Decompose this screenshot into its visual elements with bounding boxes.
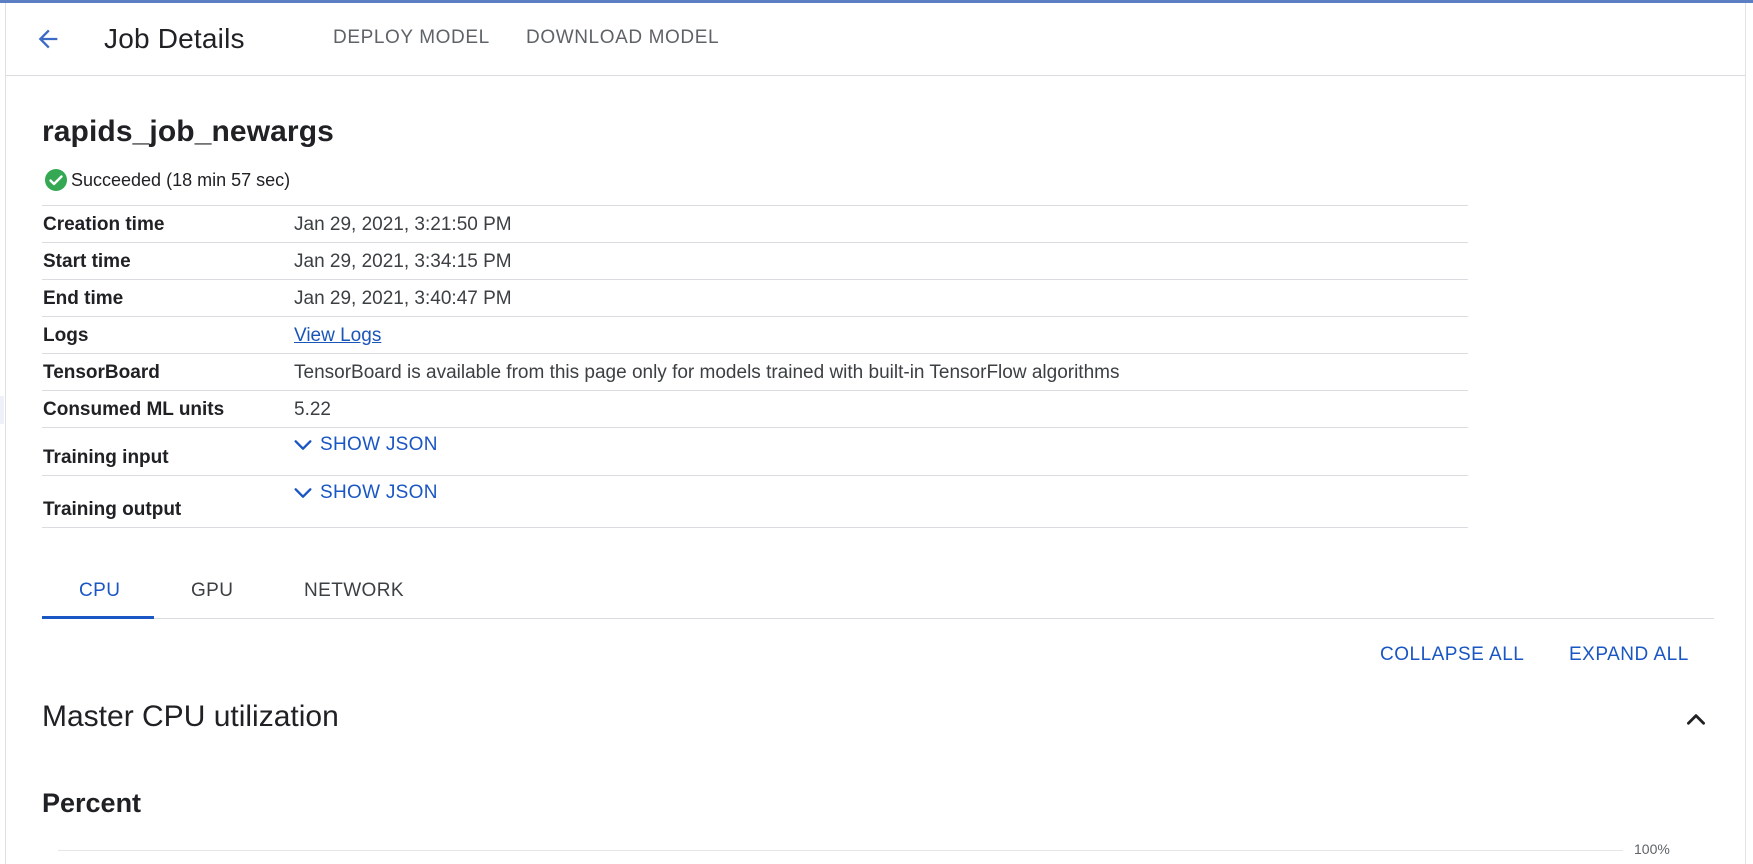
detail-row-training-input: Training input SHOW JSON (42, 428, 1468, 476)
detail-label: Start time (43, 251, 131, 272)
show-json-button-training-output[interactable]: SHOW JSON (292, 482, 438, 504)
detail-value: Jan 29, 2021, 3:40:47 PM (294, 288, 512, 309)
status-text: Succeeded (18 min 57 sec) (71, 169, 291, 190)
detail-row-end-time: End time Jan 29, 2021, 3:40:47 PM (42, 280, 1468, 317)
detail-row-logs: Logs View Logs (42, 317, 1468, 354)
detail-label: Logs (43, 325, 89, 346)
detail-row-tensorboard: TensorBoard TensorBoard is available fro… (42, 354, 1468, 391)
detail-label: Consumed ML units (43, 399, 225, 420)
detail-label: End time (43, 288, 124, 309)
deploy-model-button[interactable]: DEPLOY MODEL (333, 27, 490, 49)
detail-label: Training output (43, 499, 182, 520)
left-panel-highlight (0, 396, 4, 424)
detail-label: TensorBoard (43, 362, 160, 383)
job-status: Succeeded (18 min 57 sec) (44, 168, 290, 192)
download-model-button[interactable]: DOWNLOAD MODEL (526, 27, 719, 49)
show-json-button-training-input[interactable]: SHOW JSON (292, 434, 438, 456)
detail-label: Training input (43, 447, 169, 468)
job-details-table: Creation time Jan 29, 2021, 3:21:50 PM S… (42, 205, 1468, 528)
tab-cpu[interactable]: CPU (79, 580, 120, 602)
check-circle-icon (45, 169, 67, 191)
view-logs-link[interactable]: View Logs (294, 325, 381, 347)
page-title: Job Details (104, 23, 245, 54)
chart-subtitle: Percent (42, 788, 142, 818)
active-tab-indicator (42, 616, 154, 619)
chevron-down-icon (294, 440, 312, 450)
arrow-back-icon (38, 29, 58, 49)
expand-all-button[interactable]: EXPAND ALL (1569, 644, 1689, 666)
y-axis-max-label: 100% (1634, 841, 1670, 857)
show-json-label: SHOW JSON (320, 434, 438, 455)
detail-row-training-output: Training output SHOW JSON (42, 476, 1468, 528)
detail-row-consumed-ml-units: Consumed ML units 5.22 (42, 391, 1468, 428)
metrics-tabs: CPU GPU NETWORK (42, 562, 1714, 619)
tab-network[interactable]: NETWORK (304, 580, 404, 602)
left-panel-edge (0, 3, 6, 864)
collapse-all-button[interactable]: COLLAPSE ALL (1380, 644, 1524, 666)
collapse-section-button[interactable] (1680, 706, 1712, 734)
detail-value: Jan 29, 2021, 3:21:50 PM (294, 214, 512, 235)
job-name: rapids_job_newargs (42, 115, 334, 148)
show-json-label: SHOW JSON (320, 482, 438, 503)
section-title: Master CPU utilization (42, 700, 339, 733)
back-button[interactable] (28, 19, 68, 59)
chevron-up-icon (1687, 714, 1705, 725)
detail-row-start-time: Start time Jan 29, 2021, 3:34:15 PM (42, 243, 1468, 280)
detail-value: TensorBoard is available from this page … (294, 362, 1120, 383)
detail-value: 5.22 (294, 399, 331, 420)
tab-gpu[interactable]: GPU (191, 580, 233, 602)
scrollbar-track[interactable] (1745, 3, 1746, 864)
chevron-down-icon (294, 488, 312, 498)
chart-gridline (58, 850, 1623, 851)
page-header: Job Details DEPLOY MODEL DOWNLOAD MODEL (6, 3, 1745, 76)
detail-row-creation-time: Creation time Jan 29, 2021, 3:21:50 PM (42, 206, 1468, 243)
detail-value: Jan 29, 2021, 3:34:15 PM (294, 251, 512, 272)
detail-label: Creation time (43, 214, 165, 235)
